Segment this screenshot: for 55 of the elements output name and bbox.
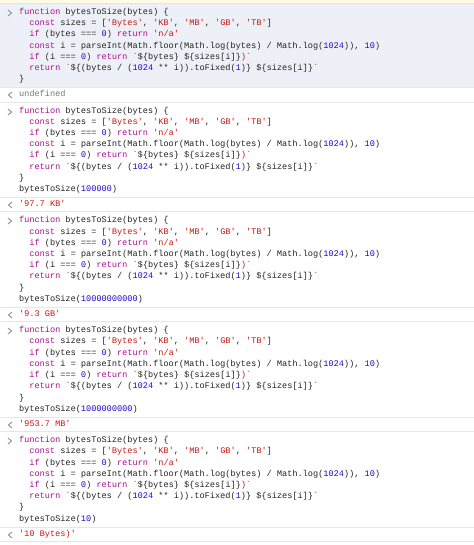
code-line: if (i === 0) return `${bytes} ${sizes[i]})` bbox=[29, 480, 252, 492]
code-line: } bbox=[19, 282, 24, 294]
result-value: '10 Bytes)' bbox=[19, 528, 76, 540]
result-icon bbox=[6, 311, 12, 320]
code-line: const sizes = ['Bytes', 'KB', 'MB', 'GB', 'TB'] bbox=[29, 336, 272, 348]
code-line: } bbox=[19, 172, 24, 184]
code-line: if (bytes === 0) return 'n/a' bbox=[29, 458, 179, 469]
code-line: return `${(bytes / (1024 ** i)).toFixed(1)} ${sizes[i]}` bbox=[29, 162, 318, 173]
result-value: '9.3 GB' bbox=[19, 309, 60, 320]
code-line: return `${(bytes / (1024 ** i)).toFixed(1)} ${sizes[i]}` bbox=[29, 491, 318, 502]
code-line: bytesToSize(10) bbox=[19, 514, 96, 525]
code-line: if (bytes === 0) return 'n/a' bbox=[29, 29, 179, 41]
result-icon bbox=[6, 420, 12, 429]
code-line: bytesToSize(100000) bbox=[19, 184, 118, 196]
code-line: const i = parseInt(Math.floor(Math.log(bytes) / Math.log(1024)), 10) bbox=[29, 358, 380, 370]
code-line: if (i === 0) return `${bytes} ${sizes[i]})` bbox=[29, 52, 252, 64]
code-line: const i = parseInt(Math.floor(Math.log(bytes) / Math.log(1024)), 10) bbox=[29, 249, 380, 260]
code-line: const sizes = ['Bytes', 'KB', 'MB', 'GB', 'TB'] bbox=[29, 446, 272, 458]
code-line: if (bytes === 0) return 'n/a' bbox=[29, 238, 179, 250]
code-line: bytesToSize(1000000000) bbox=[19, 404, 138, 415]
code-line: return `${(bytes / (1024 ** i)).toFixed(1)} ${sizes[i]}` bbox=[29, 271, 318, 283]
code-line: if (i === 0) return `${bytes} ${sizes[i]})` bbox=[29, 260, 252, 272]
code-line: function bytesToSize(bytes) { bbox=[19, 7, 169, 18]
result-icon bbox=[6, 201, 12, 210]
code-line: } bbox=[19, 74, 24, 86]
console-input-entry[interactable] bbox=[0, 4, 474, 88]
code-line: function bytesToSize(bytes) { bbox=[19, 435, 169, 446]
code-line: function bytesToSize(bytes) { bbox=[19, 215, 169, 227]
code-line: function bytesToSize(bytes) { bbox=[19, 106, 169, 117]
code-line: bytesToSize(10000000000) bbox=[19, 294, 143, 306]
code-line: const sizes = ['Bytes', 'KB', 'MB', 'GB', 'TB'] bbox=[29, 116, 272, 128]
result-value: '953.7 MB' bbox=[19, 418, 71, 430]
code-line: const i = parseInt(Math.floor(Math.log(bytes) / Math.log(1024)), 10) bbox=[29, 40, 380, 52]
result-icon bbox=[6, 91, 12, 100]
prompt-icon bbox=[6, 9, 12, 17]
code-line: function bytesToSize(bytes) { bbox=[19, 325, 169, 336]
code-line: if (bytes === 0) return 'n/a' bbox=[29, 348, 179, 359]
code-line: } bbox=[19, 502, 24, 514]
code-line: const sizes = ['Bytes', 'KB', 'MB', 'GB', 'TB'] bbox=[29, 226, 272, 238]
code-line: if (bytes === 0) return 'n/a' bbox=[29, 128, 179, 140]
result-value: undefined bbox=[19, 89, 66, 101]
code-line: } bbox=[19, 392, 24, 404]
result-icon bbox=[6, 530, 12, 539]
code-line: if (i === 0) return `${bytes} ${sizes[i]})` bbox=[29, 150, 252, 162]
code-line: const i = parseInt(Math.floor(Math.log(bytes) / Math.log(1024)), 10) bbox=[29, 139, 380, 150]
code-line: return `${(bytes / (1024 ** i)).toFixed(1)} ${sizes[i]}` bbox=[29, 381, 318, 392]
prompt-icon bbox=[6, 108, 12, 116]
code-line: const i = parseInt(Math.floor(Math.log(bytes) / Math.log(1024)), 10) bbox=[29, 468, 380, 480]
code-line: if (i === 0) return `${bytes} ${sizes[i]})` bbox=[29, 370, 252, 382]
code-line: const sizes = ['Bytes', 'KB', 'MB', 'GB', 'TB'] bbox=[29, 18, 272, 30]
prompt-icon bbox=[6, 327, 12, 336]
result-value: '97.7 KB' bbox=[19, 199, 66, 210]
prompt-icon bbox=[6, 437, 12, 446]
prompt-icon bbox=[6, 217, 12, 226]
code-line: return `${(bytes / (1024 ** i)).toFixed(1)} ${sizes[i]}` bbox=[29, 63, 318, 74]
